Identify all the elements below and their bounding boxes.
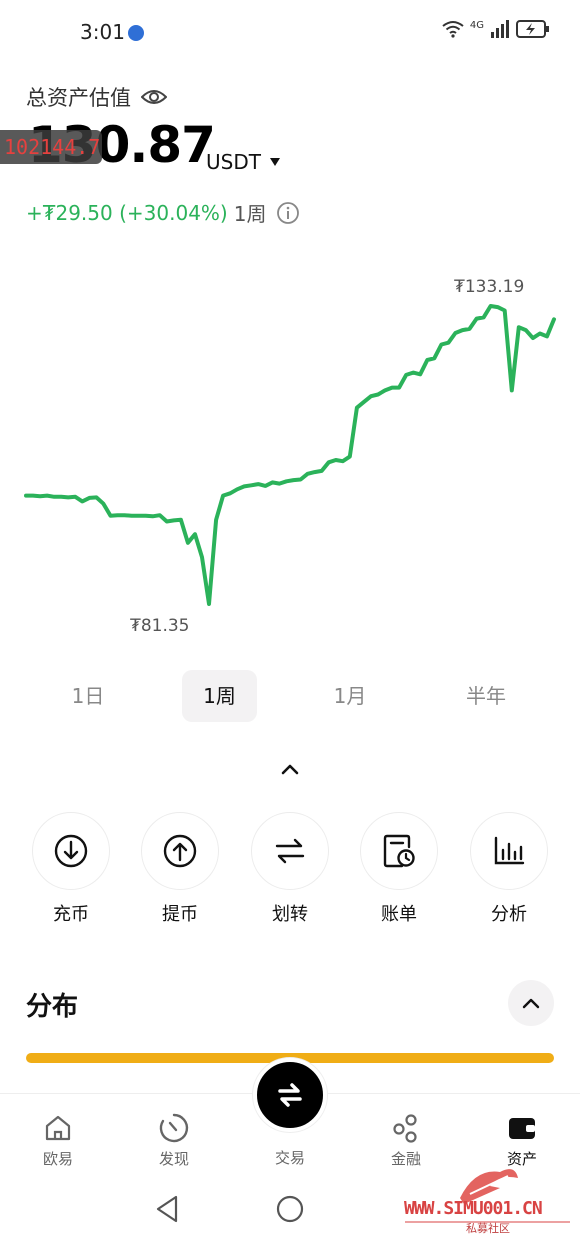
deposit-button[interactable]: 充币	[32, 812, 110, 926]
chevron-up-icon	[522, 998, 540, 1009]
chevron-up-icon[interactable]	[278, 760, 302, 778]
analysis-label: 分析	[491, 904, 527, 925]
withdraw-label: 提币	[162, 904, 198, 925]
analysis-icon	[470, 812, 548, 890]
tab-6m[interactable]: 半年	[450, 670, 522, 722]
eye-icon[interactable]	[141, 88, 167, 106]
distribution-toggle-button[interactable]	[508, 980, 554, 1026]
transfer-icon	[251, 812, 329, 890]
nav-trade-label: 交易	[274, 1149, 305, 1167]
tab-1m[interactable]: 1月	[318, 670, 382, 722]
asset-label-row: 总资产估值	[26, 82, 167, 112]
back-icon[interactable]	[154, 1194, 180, 1224]
watermark-text: WWW.SIMU001.CN	[404, 1198, 543, 1219]
chart-series-line	[24, 304, 556, 606]
nav-discover-label: 发现	[158, 1150, 189, 1168]
trade-button[interactable]	[253, 1058, 327, 1132]
watermark-subtext: 私募社区	[466, 1222, 510, 1235]
nav-okx[interactable]: 欧易	[18, 1112, 98, 1169]
globe-icon	[128, 25, 144, 41]
total-assets-label: 总资产估值	[26, 86, 131, 110]
distribution-title: 分布	[26, 992, 79, 1022]
trade-icon	[278, 1083, 302, 1107]
change-value: +₮29.50 (+30.04%)	[26, 200, 228, 225]
bill-button[interactable]: 账单	[360, 812, 438, 926]
home-button-icon[interactable]	[276, 1194, 304, 1224]
network-type: 4G	[469, 19, 484, 31]
tab-1w[interactable]: 1周	[182, 670, 257, 722]
tab-1d[interactable]: 1日	[56, 670, 120, 722]
currency-select[interactable]: USDT	[206, 150, 281, 174]
withdraw-button[interactable]: 提币	[141, 812, 219, 926]
battery-icon	[516, 20, 549, 38]
status-icons: 4G	[442, 20, 550, 38]
analysis-button[interactable]: 分析	[470, 812, 548, 926]
overlay-badge: 102144.7	[0, 130, 102, 164]
info-icon[interactable]	[276, 201, 300, 225]
period-tabs: 1日 1周 1月 半年	[26, 670, 554, 722]
change-period: 1周	[233, 202, 267, 226]
transfer-button[interactable]: 划转	[251, 812, 329, 926]
deposit-icon	[32, 812, 110, 890]
change-row: +₮29.50 (+30.04%) 1周	[26, 198, 300, 227]
bill-icon	[360, 812, 438, 890]
status-bar: 3:01 4G	[0, 0, 580, 68]
deposit-label: 充币	[53, 904, 89, 925]
transfer-label: 划转	[272, 904, 308, 925]
wallet-icon	[509, 1118, 535, 1139]
status-time: 3:01	[80, 20, 125, 44]
finance-icon	[393, 1114, 417, 1143]
chart-max-label: ₮133.19	[454, 277, 525, 297]
home-icon	[45, 1115, 71, 1141]
bill-label: 账单	[381, 904, 417, 925]
portfolio-line-chart[interactable]	[0, 268, 580, 648]
nav-discover[interactable]: 发现	[134, 1112, 214, 1169]
nav-okx-label: 欧易	[42, 1150, 73, 1168]
signal-icon	[491, 20, 509, 38]
currency-label: USDT	[206, 150, 261, 174]
discover-icon	[159, 1113, 189, 1143]
caret-down-icon	[269, 158, 280, 166]
wifi-icon	[442, 21, 464, 38]
withdraw-icon	[141, 812, 219, 890]
chart-min-label: ₮81.35	[130, 616, 190, 636]
